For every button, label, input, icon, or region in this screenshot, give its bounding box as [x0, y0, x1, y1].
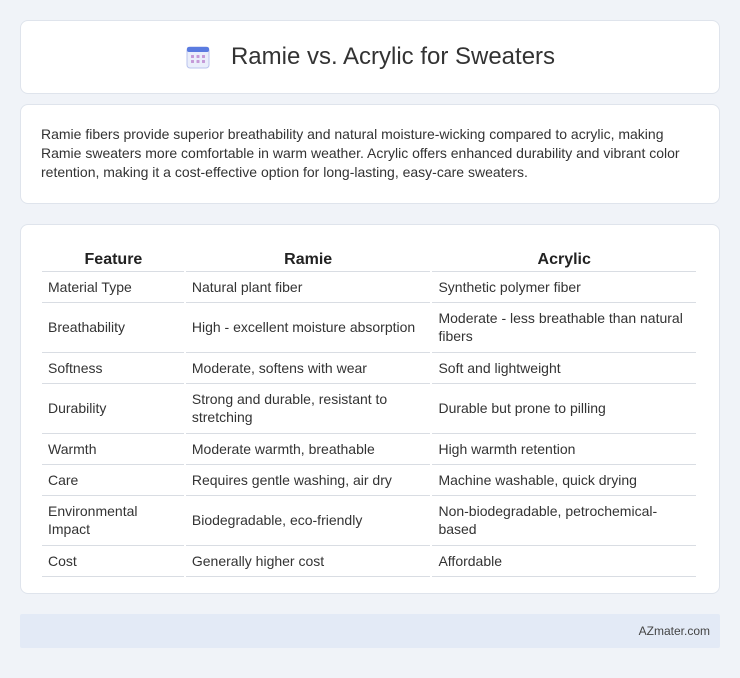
- ramie-cell: Requires gentle washing, air dry: [184, 464, 433, 496]
- acrylic-cell: Non-biodegradable, petrochemical-based: [431, 495, 698, 546]
- table-row: Warmth Moderate warmth, breathable High …: [42, 433, 698, 465]
- title-card: Ramie vs. Acrylic for Sweaters: [20, 20, 720, 94]
- calendar-grid-icon: [186, 46, 210, 69]
- table-header-row: Feature Ramie Acrylic: [42, 245, 697, 272]
- ramie-cell: Moderate warmth, breathable: [184, 433, 433, 465]
- feature-cell: Cost: [42, 545, 186, 577]
- comparison-table: Feature Ramie Acrylic Material Type Natu…: [42, 245, 698, 577]
- acrylic-cell: Durable but prone to pilling: [431, 383, 698, 434]
- header-ramie: Ramie: [184, 245, 432, 272]
- table-row: Cost Generally higher cost Affordable: [42, 545, 698, 577]
- table-row: Softness Moderate, softens with wear Sof…: [42, 352, 698, 384]
- intro-text: Ramie fibers provide superior breathabil…: [41, 126, 680, 180]
- acrylic-cell: Moderate - less breathable than natural …: [431, 302, 698, 353]
- intro-card: Ramie fibers provide superior breathabil…: [20, 104, 720, 204]
- source-link[interactable]: AZmater.com: [639, 624, 710, 638]
- table-row: Breathability High - excellent moisture …: [42, 302, 698, 353]
- table-row: Material Type Natural plant fiber Synthe…: [42, 271, 698, 303]
- feature-cell: Durability: [42, 383, 186, 434]
- footer: AZmater.com: [20, 614, 720, 648]
- page-title: Ramie vs. Acrylic for Sweaters: [230, 43, 556, 70]
- acrylic-cell: Synthetic polymer fiber: [431, 271, 698, 303]
- feature-cell: Environmental Impact: [42, 495, 186, 546]
- feature-cell: Breathability: [42, 302, 186, 353]
- header-acrylic: Acrylic: [431, 245, 697, 272]
- header-feature: Feature: [42, 245, 185, 272]
- acrylic-cell: Affordable: [431, 545, 698, 577]
- table-row: Environmental Impact Biodegradable, eco-…: [42, 495, 698, 546]
- ramie-cell: Moderate, softens with wear: [184, 352, 433, 384]
- table-row: Care Requires gentle washing, air dry Ma…: [42, 464, 698, 496]
- feature-cell: Material Type: [42, 271, 186, 303]
- ramie-cell: High - excellent moisture absorption: [184, 302, 433, 353]
- acrylic-cell: Machine washable, quick drying: [431, 464, 698, 496]
- ramie-cell: Biodegradable, eco-friendly: [184, 495, 433, 546]
- ramie-cell: Natural plant fiber: [184, 271, 433, 303]
- feature-cell: Softness: [42, 352, 186, 384]
- acrylic-cell: Soft and lightweight: [431, 352, 698, 384]
- ramie-cell: Strong and durable, resistant to stretch…: [184, 383, 433, 434]
- feature-cell: Warmth: [42, 433, 186, 465]
- ramie-cell: Generally higher cost: [184, 545, 433, 577]
- table-row: Durability Strong and durable, resistant…: [42, 383, 698, 434]
- table-card: Feature Ramie Acrylic Material Type Natu…: [20, 224, 720, 594]
- acrylic-cell: High warmth retention: [431, 433, 698, 465]
- feature-cell: Care: [42, 464, 186, 496]
